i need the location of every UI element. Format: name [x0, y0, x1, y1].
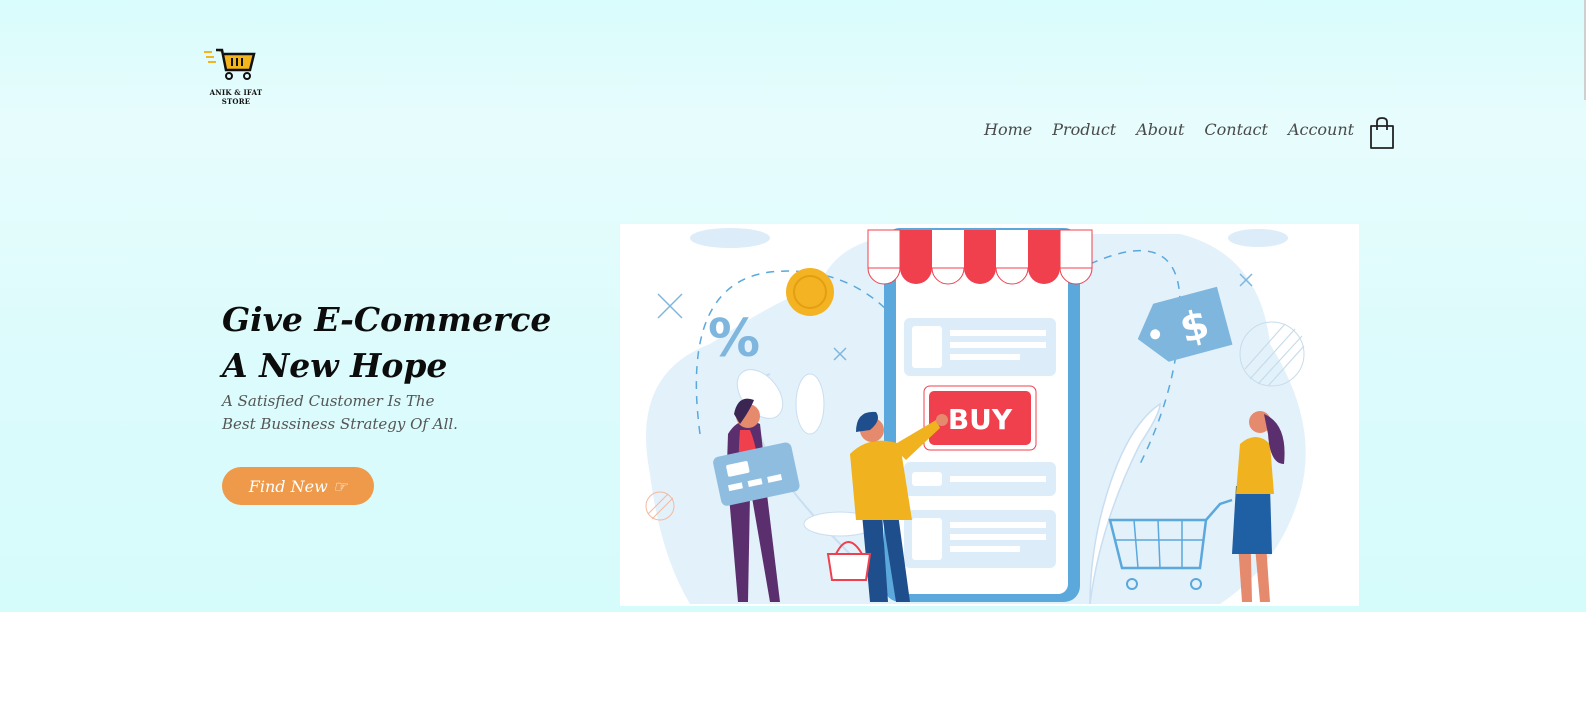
hero-illustration: % BUY $	[620, 224, 1359, 606]
headline-line-1: Give E-Commerce	[222, 300, 552, 339]
hero-section: ANIK & IFAT STORE Home Product About Con…	[0, 0, 1586, 612]
nav-about-link[interactable]: About	[1136, 120, 1184, 139]
nav-product-link[interactable]: Product	[1052, 120, 1116, 139]
headline-line-2: A New Hope	[222, 346, 448, 385]
nav-contact-link[interactable]: Contact	[1204, 120, 1268, 139]
nav-account-link[interactable]: Account	[1288, 120, 1354, 139]
buy-label: BUY	[948, 403, 1013, 436]
find-new-button[interactable]: Find New ☞	[222, 467, 374, 505]
hero-subtext: A Satisfied Customer Is The Best Bussine…	[222, 390, 522, 436]
subtext-line-1: A Satisfied Customer Is The	[222, 392, 435, 410]
hero-headline: Give E-Commerce A New Hope	[222, 297, 551, 389]
shopping-illustration: % BUY $	[645, 228, 1306, 605]
percent-symbol: %	[708, 309, 760, 369]
nav-home-link[interactable]: Home	[984, 120, 1032, 139]
logo-text: ANIK & IFAT STORE	[209, 88, 263, 106]
main-nav: Home Product About Contact Account	[984, 120, 1374, 139]
shopping-bag-icon[interactable]	[1368, 116, 1396, 150]
subtext-line-2: Best Bussiness Strategy Of All.	[222, 415, 458, 433]
